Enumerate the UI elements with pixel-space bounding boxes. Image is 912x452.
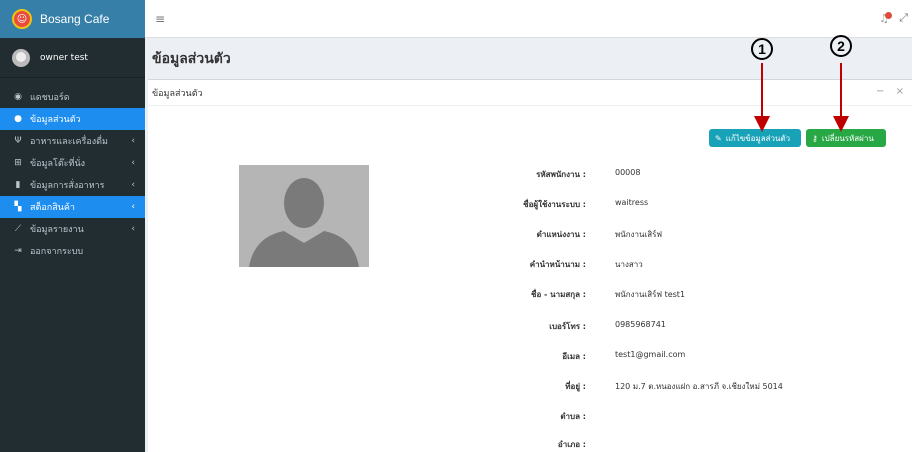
- annotation-arrows: [754, 63, 849, 132]
- annotation-marker-2: 2: [830, 35, 852, 57]
- annotation-marker-1: 1: [751, 38, 773, 60]
